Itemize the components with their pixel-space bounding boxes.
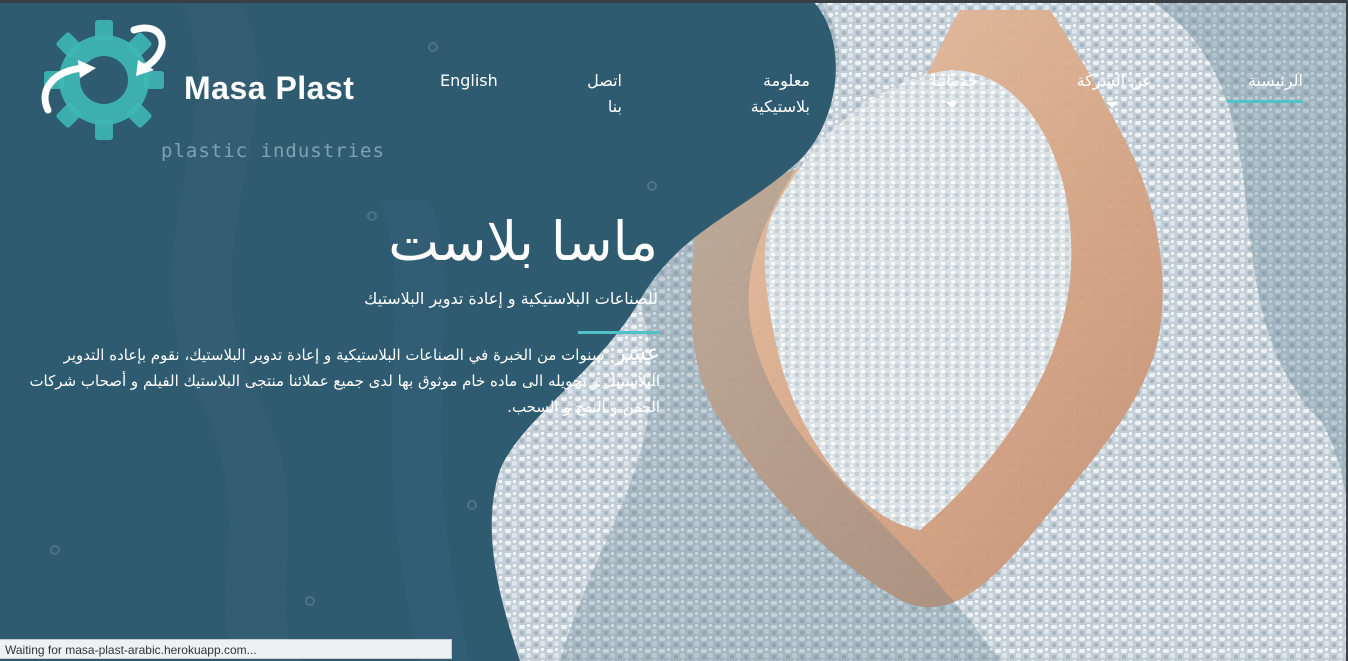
logo-tagline: plastic industries	[161, 140, 385, 162]
company-logo[interactable]: Masa Plast plastic industries	[34, 10, 384, 170]
caret-down-icon[interactable]	[1106, 102, 1118, 108]
browser-frame-top	[0, 0, 1348, 3]
nav-home[interactable]: الرئيسية	[1227, 68, 1303, 103]
hero-divider	[578, 331, 660, 334]
hero-subtitle: للصناعات البلاستيكية و إعادة تدوير البلا…	[364, 289, 658, 308]
gear-with-arrows-icon	[41, 20, 166, 140]
hero-title: ماسا بلاست	[388, 210, 658, 273]
nav-contact[interactable]: اتصل بنا	[578, 68, 622, 120]
nav-language-label: English	[440, 71, 498, 90]
hero-description-lead: عشر	[615, 341, 660, 366]
nav-about[interactable]: عن الشركة	[1068, 68, 1152, 94]
nav-services-label: خدماتنا	[932, 71, 978, 90]
nav-language-english[interactable]: English	[440, 68, 500, 94]
nav-contact-line2: بنا	[607, 97, 622, 116]
hero-description-text: سنوات من الخبرة في الصناعات البلاستيكية …	[29, 346, 660, 416]
nav-services[interactable]: خدماتنا	[922, 68, 978, 94]
nav-plastic-info[interactable]: معلومة بلاستيكية	[730, 68, 810, 120]
hero-description: عشر سنوات من الخبرة في الصناعات البلاستي…	[20, 341, 660, 420]
nav-plastic-info-line1: معلومة	[763, 71, 810, 90]
browser-status-bar: Waiting for masa-plast-arabic.herokuapp.…	[0, 639, 452, 659]
caret-down-icon[interactable]	[946, 102, 958, 108]
nav-plastic-info-line2: بلاستيكية	[750, 97, 810, 116]
nav-about-label: عن الشركة	[1076, 71, 1152, 90]
nav-home-label: الرئيسية	[1247, 71, 1303, 90]
logo-brand-name: Masa Plast	[184, 70, 355, 106]
nav-contact-line1: اتصل	[587, 71, 622, 90]
